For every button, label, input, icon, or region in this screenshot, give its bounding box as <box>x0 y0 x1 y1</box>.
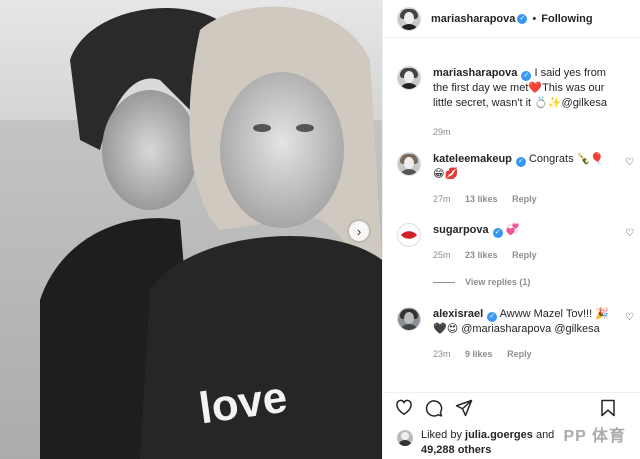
comment-username[interactable]: sugarpova <box>433 224 489 236</box>
post-sidebar: mariasharapova ✓ • Following mariasharap… <box>382 0 640 459</box>
verified-icon: ✓ <box>492 227 503 238</box>
verified-icon: ✓ <box>515 156 526 167</box>
comment-text: 💞 <box>505 224 520 236</box>
caption-username[interactable]: mariasharapova <box>433 67 517 79</box>
heart-icon <box>396 399 412 416</box>
caption-time: 29m <box>433 127 451 137</box>
comment-meta: 23m 9 likes Reply <box>433 347 617 362</box>
comment-likes[interactable]: 13 likes <box>465 194 498 204</box>
separator-dot: • <box>532 12 537 25</box>
caption-text-block: mariasharapova ✓ I said yes from the firs… <box>433 66 617 140</box>
verified-icon: ✓ <box>517 13 528 24</box>
commenter-avatar[interactable] <box>397 152 421 176</box>
like-button[interactable] <box>395 399 413 417</box>
heart-icon[interactable]: ♡ <box>625 228 634 239</box>
next-photo-button[interactable]: › <box>349 221 369 241</box>
heart-icon[interactable]: ♡ <box>625 312 634 323</box>
post-photo: love › <box>0 0 382 459</box>
comment-text-block: alexisrael ✓ Awww Mazel Tov!!! 🎉🖤😍 @maria… <box>433 307 617 362</box>
comment-meta: 27m 13 likes Reply <box>433 192 617 207</box>
reply-button[interactable]: Reply <box>512 250 537 260</box>
view-replies-label: View replies (1) <box>465 277 531 287</box>
verified-icon: ✓ <box>521 70 532 81</box>
comment-text-block: kateleemakeup ✓ Congrats 🍾🎈 😁💋 27m 13 lik… <box>433 152 617 207</box>
comment-time: 23m <box>433 349 451 359</box>
comment-icon <box>425 399 443 417</box>
author-username[interactable]: mariasharapova <box>431 13 515 25</box>
reply-button[interactable]: Reply <box>512 194 537 204</box>
photo-image: love <box>0 0 382 459</box>
commenter-avatar[interactable] <box>397 307 421 331</box>
reply-button[interactable]: Reply <box>507 349 532 359</box>
view-replies-button[interactable]: View replies (1) <box>433 277 530 287</box>
comment-username[interactable]: kateleemakeup <box>433 153 512 165</box>
author-avatar[interactable] <box>397 6 421 31</box>
comment-likes[interactable]: 23 likes <box>465 250 498 260</box>
share-button[interactable] <box>455 399 473 417</box>
comment-time: 25m <box>433 250 451 260</box>
liked-by-suffix: and <box>532 429 555 441</box>
likes-text: Liked by julia.goerges and 49,288 others <box>421 428 554 458</box>
comment-item: sugarpova ✓ 💞 25m 23 likes Reply <box>397 223 637 263</box>
likes-summary: Liked by julia.goerges and 49,288 others <box>397 428 554 458</box>
share-icon <box>455 399 473 416</box>
caption: mariasharapova ✓ I said yes from the firs… <box>397 66 637 140</box>
heart-icon[interactable]: ♡ <box>625 157 634 168</box>
comment-button[interactable] <box>425 399 443 417</box>
save-button[interactable] <box>599 399 617 417</box>
bookmark-icon <box>601 399 615 417</box>
comment-item: alexisrael ✓ Awww Mazel Tov!!! 🎉🖤😍 @maria… <box>397 307 637 362</box>
chevron-right-icon: › <box>356 223 362 239</box>
liked-by-prefix: Liked by <box>421 429 466 441</box>
comment-likes[interactable]: 9 likes <box>465 349 493 359</box>
watermark-logo: PP 体育 <box>563 428 626 445</box>
action-bar <box>383 392 640 422</box>
comment-meta: 25m 23 likes Reply <box>433 248 617 263</box>
like-count[interactable]: 49,288 others <box>421 444 491 456</box>
replies-divider <box>433 281 455 283</box>
post-header: mariasharapova ✓ • Following <box>383 0 640 38</box>
following-button[interactable]: Following <box>541 13 592 25</box>
caption-avatar[interactable] <box>397 66 421 90</box>
liker-avatar[interactable] <box>397 430 413 446</box>
liked-by-user[interactable]: julia.goerges <box>465 429 533 441</box>
verified-icon: ✓ <box>487 311 498 322</box>
comment-item: kateleemakeup ✓ Congrats 🍾🎈 😁💋 27m 13 lik… <box>397 152 637 207</box>
comment-time: 27m <box>433 194 451 204</box>
commenter-avatar[interactable] <box>397 223 421 247</box>
comment-username[interactable]: alexisrael <box>433 308 483 320</box>
comment-text-block: sugarpova ✓ 💞 25m 23 likes Reply <box>433 223 617 263</box>
